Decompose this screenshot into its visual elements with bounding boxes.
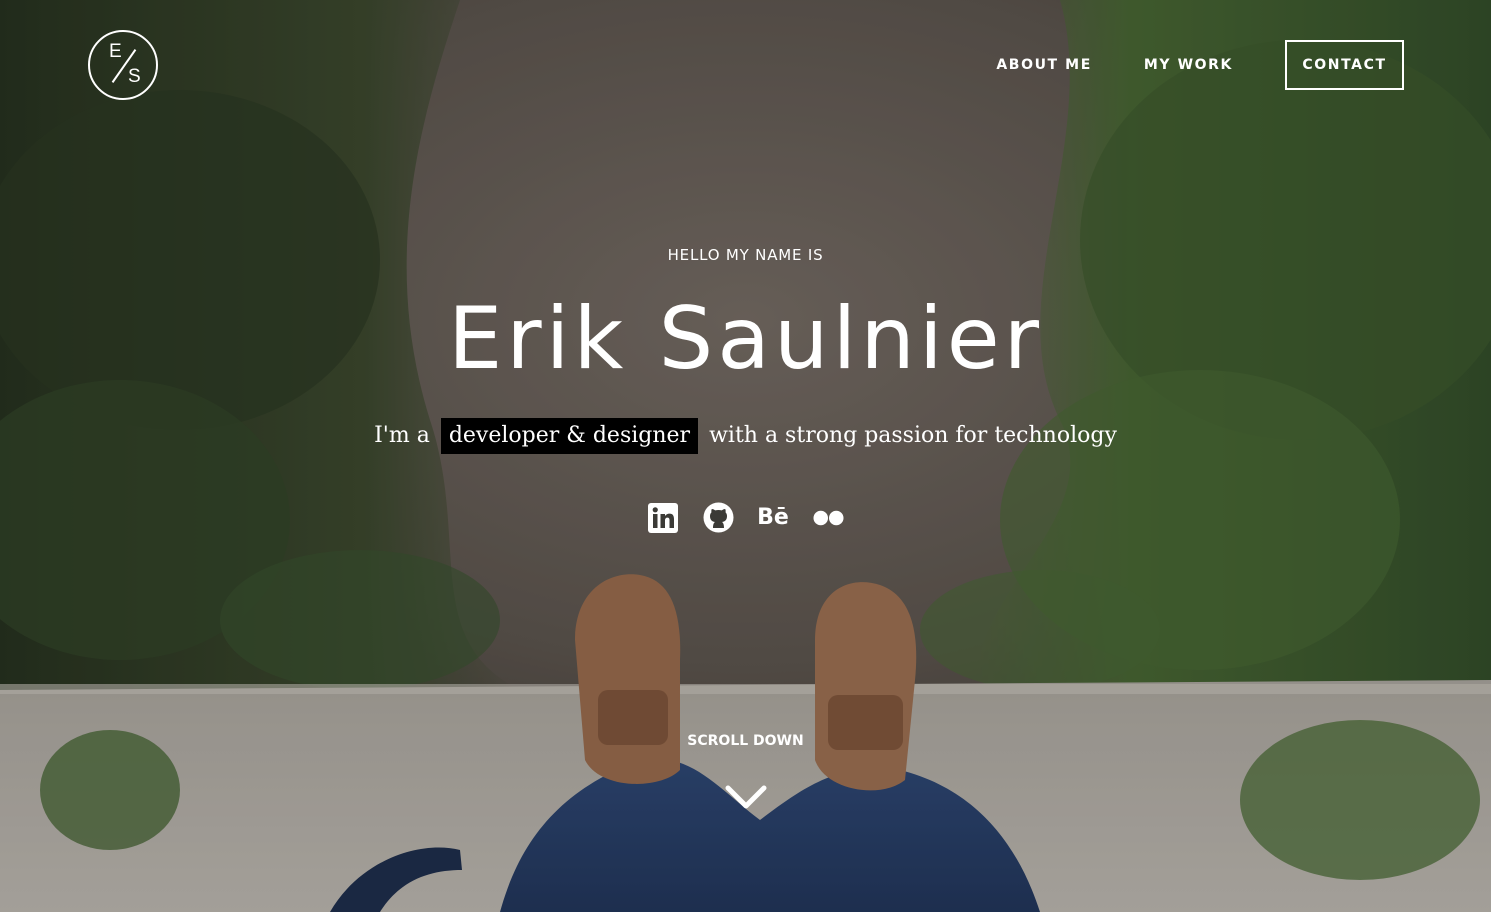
- scroll-down-label[interactable]: SCROLL DOWN: [0, 733, 1491, 749]
- tagline-highlight: developer & designer: [440, 418, 699, 454]
- social-links: Bē: [0, 502, 1491, 533]
- nav-about-me[interactable]: ABOUT ME: [996, 57, 1092, 73]
- main-nav: ABOUT ME MY WORK CONTACT: [996, 40, 1404, 90]
- behance-icon: Bē: [757, 505, 789, 530]
- github-icon: [703, 502, 733, 533]
- flickr-link[interactable]: [812, 502, 844, 533]
- flickr-icon: [812, 510, 844, 525]
- hero-name: Erik Saulnier: [447, 289, 1044, 389]
- hero-section: E S ABOUT ME MY WORK CONTACT HELLO MY NA…: [0, 0, 1491, 912]
- linkedin-link[interactable]: [648, 502, 679, 533]
- nav-my-work[interactable]: MY WORK: [1144, 57, 1233, 73]
- site-logo[interactable]: E S: [88, 30, 158, 100]
- tagline-prefix: I'm a: [374, 423, 430, 448]
- github-link[interactable]: [703, 502, 734, 533]
- hero-tagline: I'm a developer & designer with a strong…: [0, 418, 1491, 454]
- logo-letter-e: E: [109, 41, 122, 62]
- tagline-suffix: with a strong passion for technology: [709, 423, 1117, 448]
- linkedin-icon: [648, 502, 678, 533]
- logo-letter-s: S: [128, 66, 141, 87]
- hero-greeting: HELLO MY NAME IS: [667, 246, 824, 264]
- chevron-down-icon[interactable]: [725, 780, 767, 812]
- nav-contact-button[interactable]: CONTACT: [1285, 40, 1404, 90]
- background-overlay: [0, 0, 1491, 912]
- behance-link[interactable]: Bē: [757, 502, 789, 533]
